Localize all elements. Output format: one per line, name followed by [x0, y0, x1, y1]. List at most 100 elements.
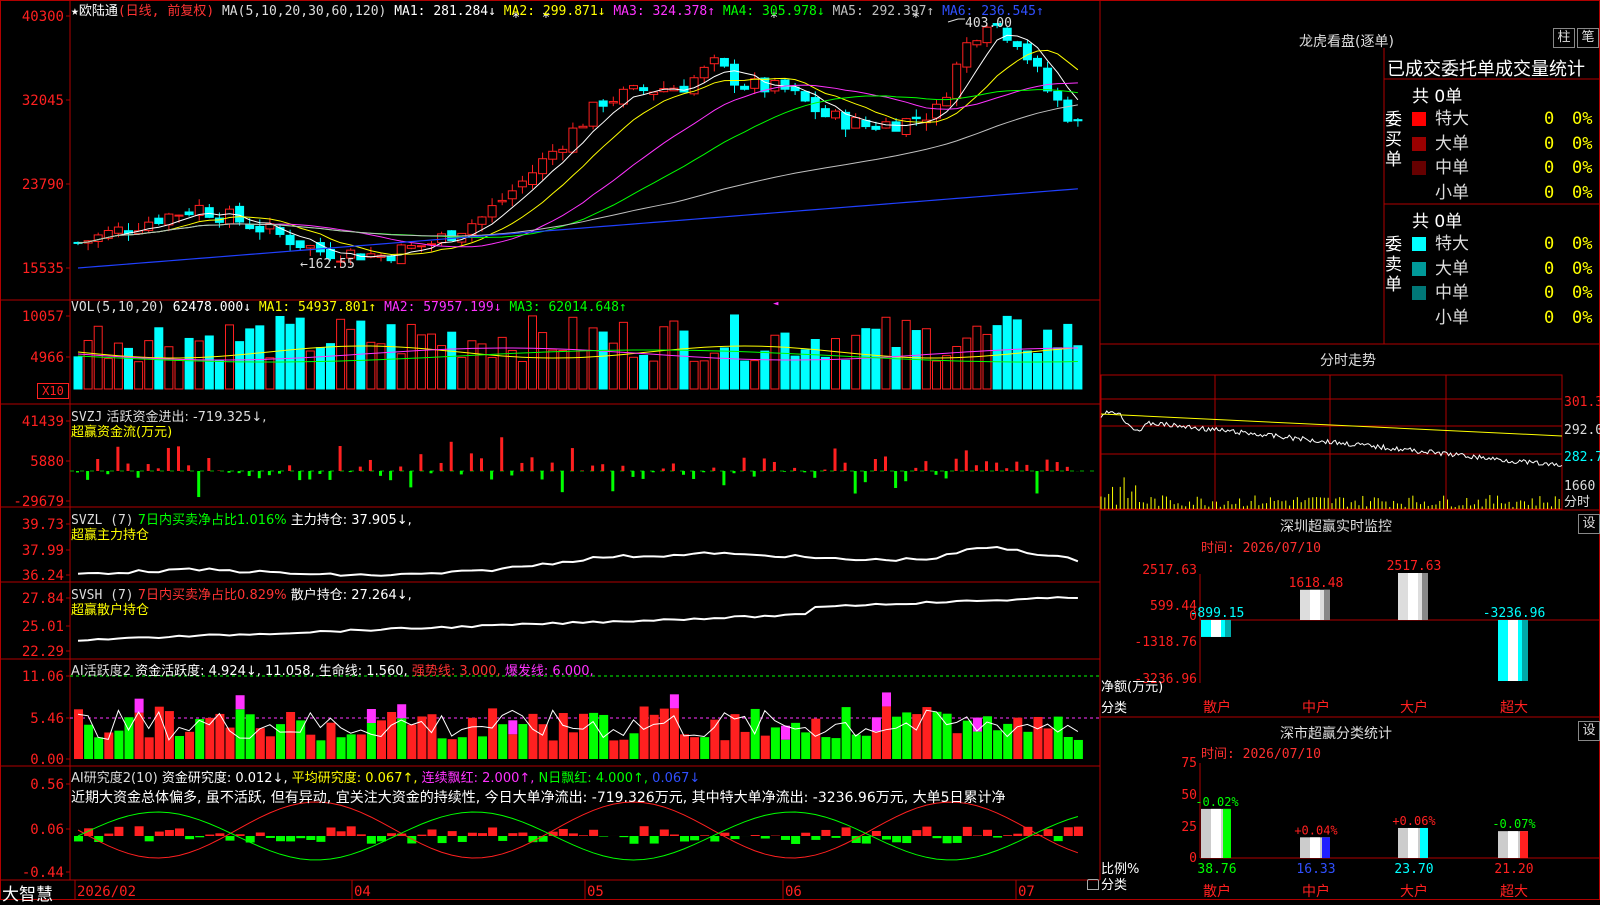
- ai1-peak: [367, 709, 376, 723]
- volume-bar: [367, 342, 375, 389]
- bar-mode-button[interactable]: 柱: [1553, 28, 1575, 48]
- ai2-bar: [387, 833, 396, 836]
- svzj-bar: [359, 467, 362, 471]
- svzj-bar: [581, 470, 584, 471]
- class-bar-accent: [1223, 809, 1231, 858]
- ai1-bar: [529, 714, 538, 759]
- candle-body: [1044, 68, 1052, 91]
- ai2-bar: [660, 830, 669, 836]
- vol-value: 62478.000↓: [173, 300, 251, 315]
- volume-bar: [993, 326, 1001, 389]
- volume-bar: [84, 340, 92, 389]
- ma-value-5: MA5: 292.397↑: [833, 4, 943, 19]
- volume-bar: [801, 350, 809, 389]
- ai1-bar: [579, 714, 588, 759]
- ai1-bar: [569, 732, 578, 759]
- ai1-peak: [236, 695, 245, 709]
- svzj-bar: [268, 471, 271, 475]
- svzj-bar: [450, 442, 453, 471]
- monitor-xlabel: 分类: [1101, 697, 1127, 716]
- volume-bar: [761, 351, 769, 389]
- monitor-bar-shine: [1310, 590, 1320, 620]
- volume-bar: [296, 318, 304, 389]
- volume-bar: [882, 317, 890, 389]
- svzj-bar: [510, 471, 513, 475]
- volume-bar: [781, 333, 789, 389]
- candle-body: [731, 64, 739, 85]
- stock-name: 欧陆通: [79, 4, 118, 19]
- ai2-bar: [417, 835, 426, 836]
- ai1-bar: [640, 707, 649, 759]
- ai2-bar: [539, 836, 548, 842]
- row-value: 0: [1544, 257, 1554, 281]
- volume-bar: [922, 329, 930, 389]
- volume-bar: [135, 362, 143, 389]
- ai2-bar: [74, 836, 83, 841]
- volume-bar: [114, 343, 122, 389]
- ai2-bar: [630, 836, 639, 844]
- ai1-bar: [811, 719, 820, 759]
- ai1-bar: [933, 712, 942, 759]
- favorite-star-icon[interactable]: ★: [71, 4, 79, 19]
- chart-canvas[interactable]: 40300320452379015535100574966414395880-2…: [0, 0, 1600, 900]
- svzj-bar: [894, 471, 897, 488]
- monitor-bar-shade: [1324, 590, 1330, 620]
- intraday-frame: [1101, 375, 1562, 509]
- volume-bar: [963, 338, 971, 389]
- ai2-bar: [842, 827, 851, 836]
- candle-body: [1034, 58, 1042, 66]
- class-settings-button[interactable]: 设: [1578, 721, 1600, 741]
- volume-bar: [498, 337, 506, 389]
- tick-mode-button[interactable]: 笔: [1577, 28, 1599, 48]
- ai2-bar: [246, 836, 255, 842]
- candle-body: [801, 92, 809, 101]
- svzj-bar: [692, 471, 695, 479]
- price-tick-0: 40300: [22, 9, 64, 25]
- class-bar-delta-0: -0.02%: [1195, 795, 1239, 809]
- ai2-bar: [498, 836, 507, 841]
- volume-bar: [579, 350, 587, 389]
- monitor-settings-button[interactable]: 设: [1578, 514, 1600, 534]
- svzj-bar: [147, 464, 150, 471]
- ai2-bar: [781, 836, 790, 840]
- chart-mode[interactable]: (日线, 前复权): [118, 4, 214, 19]
- candle-body: [640, 88, 648, 91]
- svzj-bar: [632, 471, 635, 477]
- candle-body: [488, 206, 496, 217]
- volume-bar: [791, 356, 799, 389]
- svzj-bar: [470, 453, 473, 471]
- monitor-bar-label-3: -3236.96: [1483, 606, 1546, 621]
- svzj-bar: [773, 462, 776, 471]
- lock-icon[interactable]: [1087, 879, 1099, 890]
- lhb-title: 龙虎看盘(逐单): [1299, 31, 1394, 51]
- class-bar-accent: [1322, 837, 1330, 858]
- svzj-bar: [551, 463, 554, 471]
- ai2-bar: [559, 829, 568, 836]
- candle-body: [185, 212, 193, 215]
- color-swatch: [1412, 311, 1426, 325]
- ai2-bar: [1054, 836, 1063, 841]
- ai2-bar: [670, 834, 679, 836]
- candle-body: [478, 217, 486, 224]
- ai2-bar: [114, 827, 123, 836]
- svzj-bar: [238, 471, 241, 473]
- volume-bar: [1074, 346, 1082, 389]
- class-xlabel: 分类: [1101, 874, 1127, 893]
- svzl-tick-2: 36.24: [22, 568, 64, 584]
- svzj-bar: [298, 471, 301, 480]
- row-label: 中单: [1435, 156, 1469, 180]
- ai1-bar: [842, 707, 851, 759]
- ai1-bar: [549, 740, 558, 759]
- ai1-bar: [710, 720, 719, 759]
- ai2-bar: [832, 836, 841, 838]
- ai2-bar: [165, 830, 174, 836]
- ai1-bar: [306, 735, 315, 759]
- ai1-bar: [821, 737, 830, 759]
- volume-bar: [226, 325, 234, 389]
- volume-bar: [215, 361, 223, 389]
- svzj-bar: [167, 448, 170, 471]
- ai2-bar: [468, 833, 477, 836]
- price-tick-2: 23790: [22, 177, 64, 193]
- ai1-bar: [397, 718, 406, 759]
- candle-body: [559, 149, 567, 152]
